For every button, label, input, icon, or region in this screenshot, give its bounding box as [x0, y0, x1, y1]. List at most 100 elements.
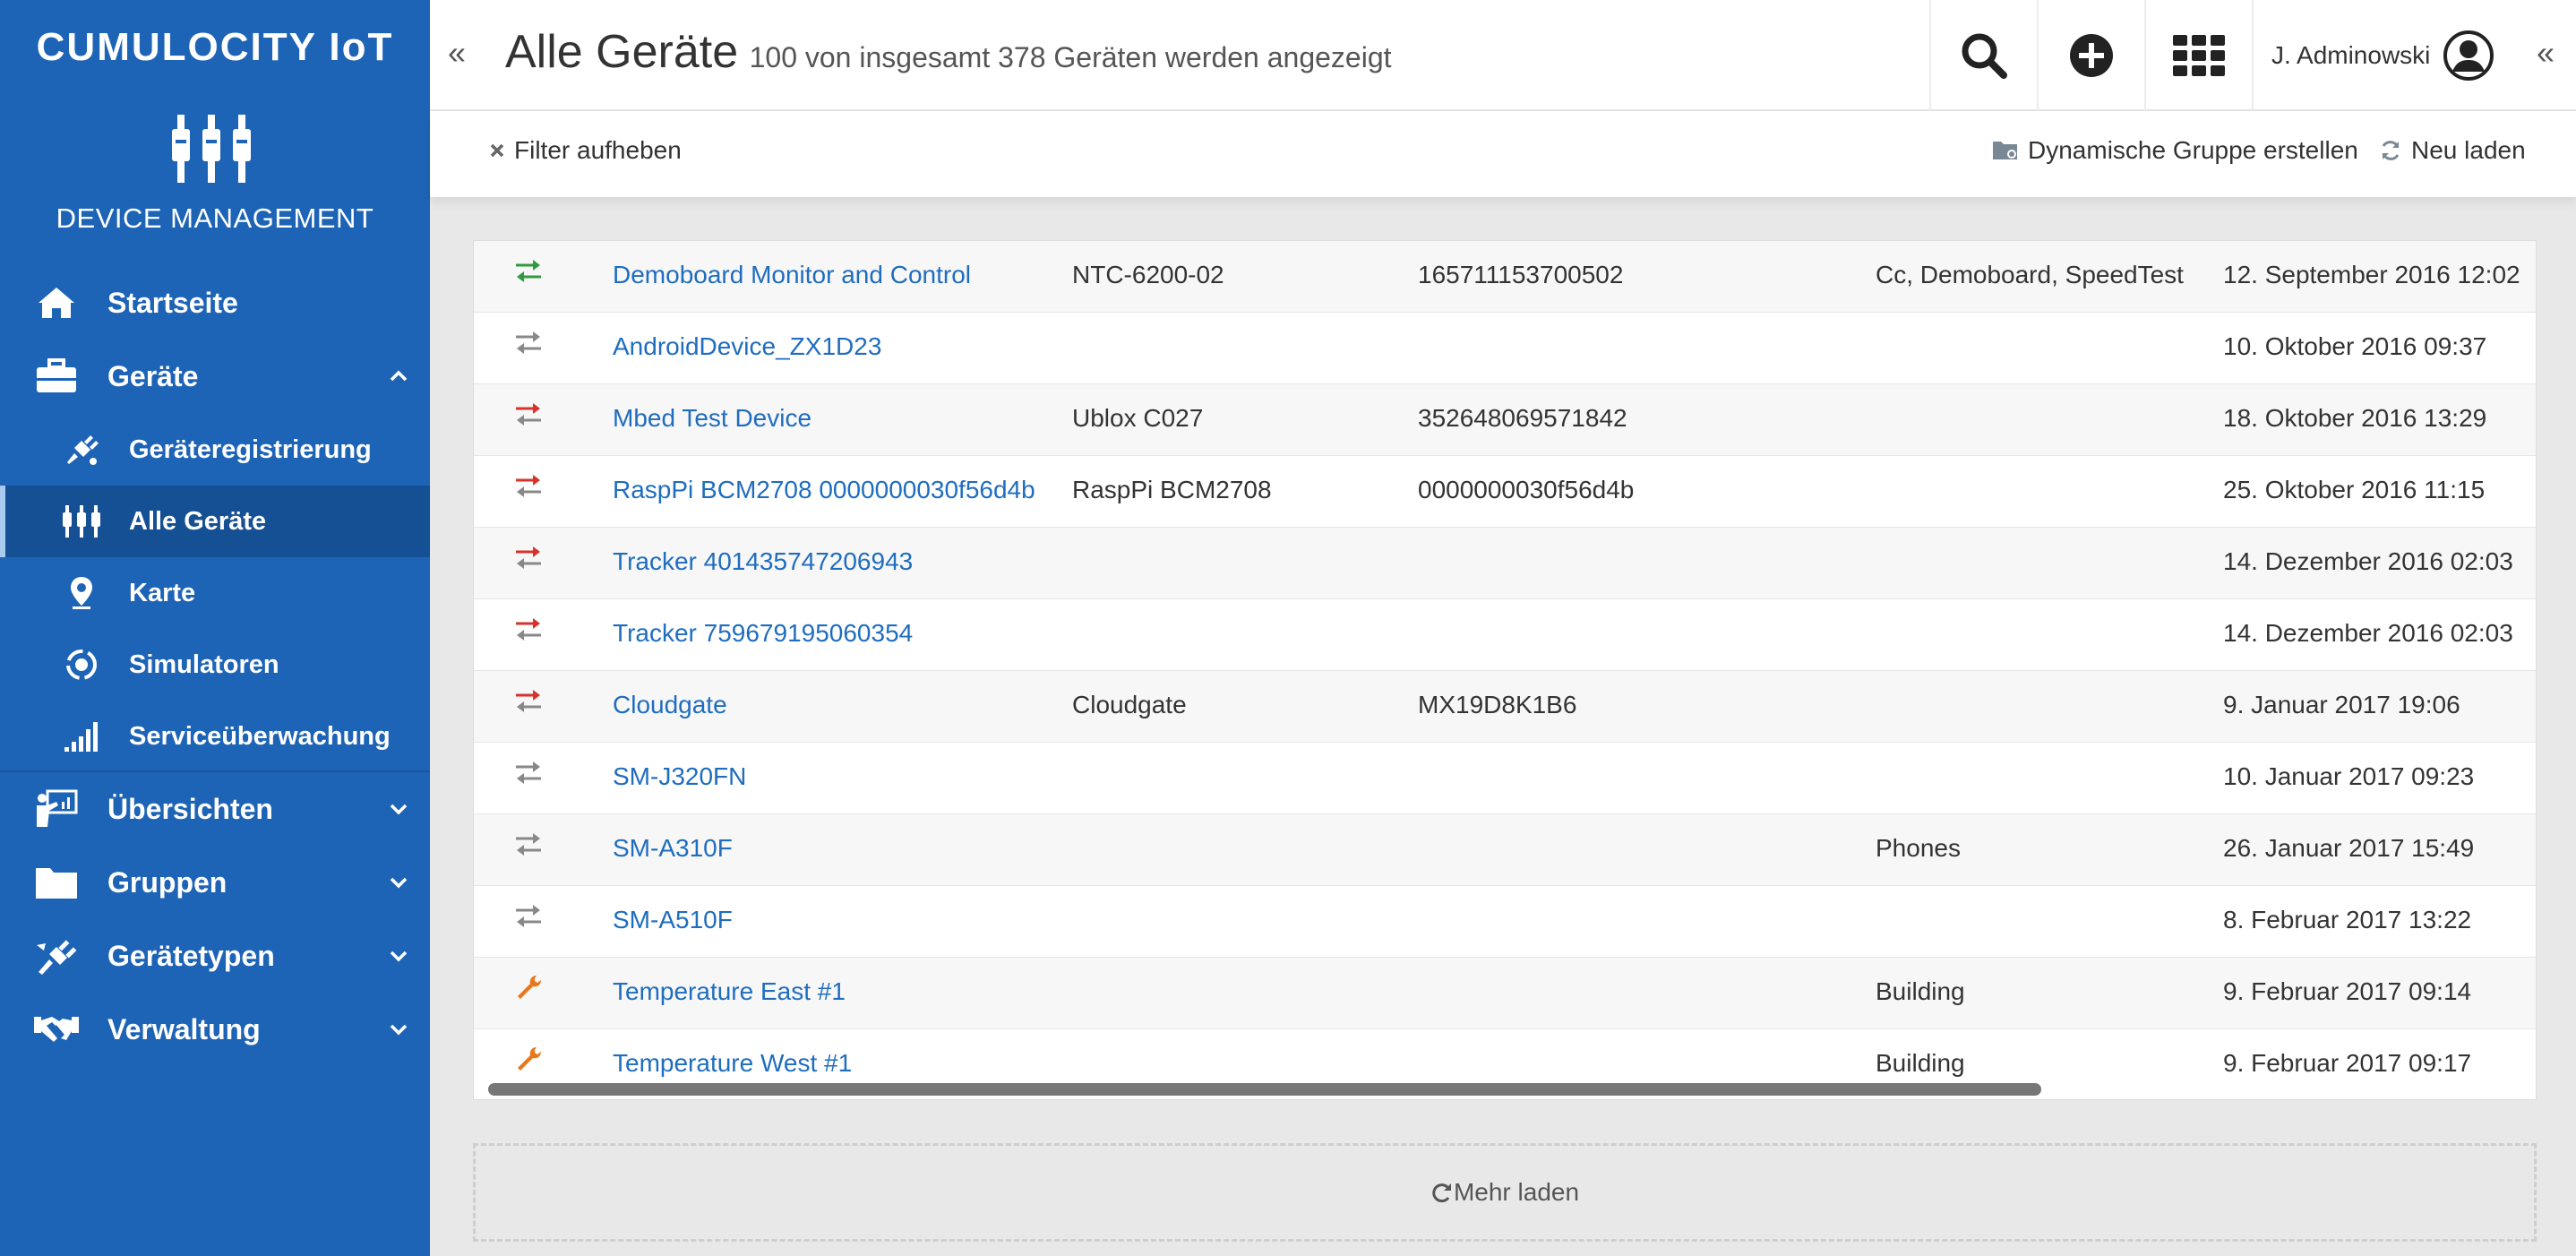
table-row[interactable]: Mbed Test Device Ublox C027 35264806957184…: [474, 384, 2536, 456]
device-name-link[interactable]: RaspPi BCM2708 0000000030f56d4b: [613, 476, 1035, 504]
handshake-icon: [34, 1010, 79, 1049]
device-registration-date: 25. Oktober 2016 11:15: [2223, 476, 2486, 503]
chevron-down-icon: [390, 804, 408, 815]
device-registration-date: 14. Dezember 2016 02:03: [2223, 547, 2513, 575]
grid-icon: [2173, 35, 2225, 76]
collapse-sidebar-icon[interactable]: «: [448, 34, 475, 71]
brand-logo[interactable]: CUMULOCITY IoT: [0, 25, 430, 70]
table-row[interactable]: RaspPi BCM2708 0000000030f56d4b RaspPi BC…: [474, 456, 2536, 528]
device-name-link[interactable]: Tracker 759679195060354: [613, 619, 913, 648]
device-model: RaspPi BCM2708: [1072, 476, 1272, 503]
table-row[interactable]: Tracker 401435747206943 14. Dezember 2016…: [474, 528, 2536, 599]
connection-status-icon: [516, 690, 541, 712]
nav-service-monitoring[interactable]: Serviceüberwachung: [0, 701, 430, 772]
device-management-icon: [172, 115, 251, 183]
device-name-link[interactable]: SM-A510F: [613, 906, 733, 934]
page-subtitle: 100 von insgesamt 378 Geräten werden ang…: [749, 41, 1392, 73]
device-registration-date: 14. Dezember 2016 02:03: [2223, 619, 2513, 647]
map-pin-icon: [61, 575, 102, 611]
nav-devices-label: Geräte: [107, 359, 199, 392]
device-registration-date: 8. Februar 2017 13:22: [2223, 906, 2472, 933]
device-groups: Cc, Demoboard, SpeedTest: [1876, 261, 2184, 288]
nav-map-label: Karte: [129, 578, 196, 607]
nav-simulators-label: Simulatoren: [129, 650, 279, 679]
search-button[interactable]: [1931, 0, 2037, 111]
device-groups: Phones: [1876, 834, 1961, 862]
nav-simulators[interactable]: Simulatoren: [0, 629, 430, 701]
refresh-icon: [1432, 1183, 1451, 1203]
nav-map[interactable]: Karte: [0, 557, 430, 629]
action-bar: Filter aufheben Dynamische Gruppe erstel…: [430, 111, 2576, 197]
connection-status-icon: [516, 403, 541, 426]
device-model: NTC-6200-02: [1072, 261, 1224, 288]
table-row[interactable]: SM-A310F Phones 26. Januar 2017 15:49: [474, 814, 2536, 886]
device-name-link[interactable]: Demoboard Monitor and Control: [613, 261, 971, 289]
table-row[interactable]: Temperature East #1 Building 9. Februar 20…: [474, 958, 2536, 1029]
nav-devices[interactable]: Geräte: [0, 340, 430, 412]
device-name-link[interactable]: SM-A310F: [613, 834, 733, 863]
devices-table: Demoboard Monitor and Control NTC-6200-02…: [473, 240, 2537, 1100]
device-name-link[interactable]: AndroidDevice_ZX1D23: [613, 332, 881, 361]
device-registration-date: 12. September 2016 12:02: [2223, 261, 2520, 288]
nav-all-devices-label: Alle Geräte: [129, 506, 267, 536]
table-row[interactable]: AndroidDevice_ZX1D23 10. Oktober 2016 09:…: [474, 313, 2536, 384]
device-registration-date: 18. Oktober 2016 13:29: [2223, 404, 2487, 432]
nav-device-registration-label: Geräteregistrierung: [129, 434, 372, 464]
connection-status-icon: [516, 260, 541, 282]
reload-label: Neu laden: [2411, 136, 2526, 164]
devices-icon: [61, 503, 102, 539]
presentation-icon: [34, 789, 79, 829]
table-row[interactable]: SM-J320FN 10. Januar 2017 09:23: [474, 743, 2536, 814]
plus-circle-icon: [2070, 34, 2113, 77]
clear-filter-button[interactable]: Filter aufheben: [489, 136, 682, 165]
device-name-link[interactable]: Tracker 401435747206943: [613, 547, 913, 576]
collapse-right-panel-icon[interactable]: «: [2537, 34, 2555, 72]
device-name-link[interactable]: Temperature West #1: [613, 1049, 852, 1078]
home-icon: [34, 283, 79, 323]
device-registration-date: 9. Februar 2017 09:14: [2223, 977, 2472, 1005]
load-more-label: Mehr laden: [1453, 1178, 1580, 1206]
table-row[interactable]: Demoboard Monitor and Control NTC-6200-02…: [474, 241, 2536, 313]
load-more-button[interactable]: Mehr laden: [473, 1143, 2537, 1242]
device-name-link[interactable]: Temperature East #1: [613, 977, 846, 1006]
device-name-link[interactable]: SM-J320FN: [613, 762, 746, 791]
nav-groups[interactable]: Gruppen: [0, 847, 430, 918]
nav-device-types[interactable]: Gerätetypen: [0, 920, 430, 992]
table-row[interactable]: SM-A510F 8. Februar 2017 13:22: [474, 886, 2536, 958]
nav-all-devices[interactable]: Alle Geräte: [0, 486, 430, 557]
table-row[interactable]: Cloudgate Cloudgate MX19D8K1B6 9. Januar 20…: [474, 671, 2536, 743]
nav-device-registration[interactable]: Geräteregistrierung: [0, 414, 430, 486]
nav-management[interactable]: Verwaltung: [0, 994, 430, 1065]
device-registration-date: 9. Februar 2017 09:17: [2223, 1049, 2472, 1077]
sidebar: CUMULOCITY IoT DEVICE MANAGEMENT Startse…: [0, 0, 430, 1256]
nav-overviews[interactable]: Übersichten: [0, 773, 430, 845]
create-dynamic-group-label: Dynamische Gruppe erstellen: [2028, 136, 2358, 164]
wrench-icon: [518, 975, 542, 999]
plug-connect-icon: [34, 936, 79, 976]
connection-status-icon: [516, 331, 541, 354]
user-menu[interactable]: J. Adminowski: [2271, 0, 2494, 111]
page-title: Alle Geräte 100 von insgesamt 378 Geräte…: [505, 25, 1392, 79]
app-switcher-button[interactable]: [2146, 0, 2252, 111]
close-icon: [489, 142, 505, 159]
reload-button[interactable]: Neu laden: [2379, 136, 2526, 165]
table-row[interactable]: Tracker 759679195060354 14. Dezember 2016…: [474, 599, 2536, 671]
nav-home[interactable]: Startseite: [0, 267, 430, 339]
device-registration-date: 10. Januar 2017 09:23: [2223, 762, 2475, 790]
chevron-up-icon: [390, 370, 408, 382]
device-name-link[interactable]: Mbed Test Device: [613, 404, 811, 433]
nav-service-monitoring-label: Serviceüberwachung: [129, 721, 391, 751]
connection-status-icon: [516, 546, 541, 569]
header-separator: [2252, 0, 2254, 111]
folder-icon: [34, 863, 79, 902]
connection-status-icon: [516, 618, 541, 641]
user-avatar-icon: [2443, 30, 2494, 81]
horizontal-scrollbar[interactable]: [488, 1083, 2041, 1096]
create-dynamic-group-button[interactable]: Dynamische Gruppe erstellen: [1992, 136, 2358, 165]
device-name-link[interactable]: Cloudgate: [613, 691, 727, 719]
folder-add-icon: [1992, 140, 2019, 161]
add-button[interactable]: [2039, 0, 2144, 111]
page-title-text: Alle Geräte: [505, 26, 739, 78]
device-serial: 352648069571842: [1418, 404, 1627, 432]
device-groups: Building: [1876, 977, 1965, 1005]
